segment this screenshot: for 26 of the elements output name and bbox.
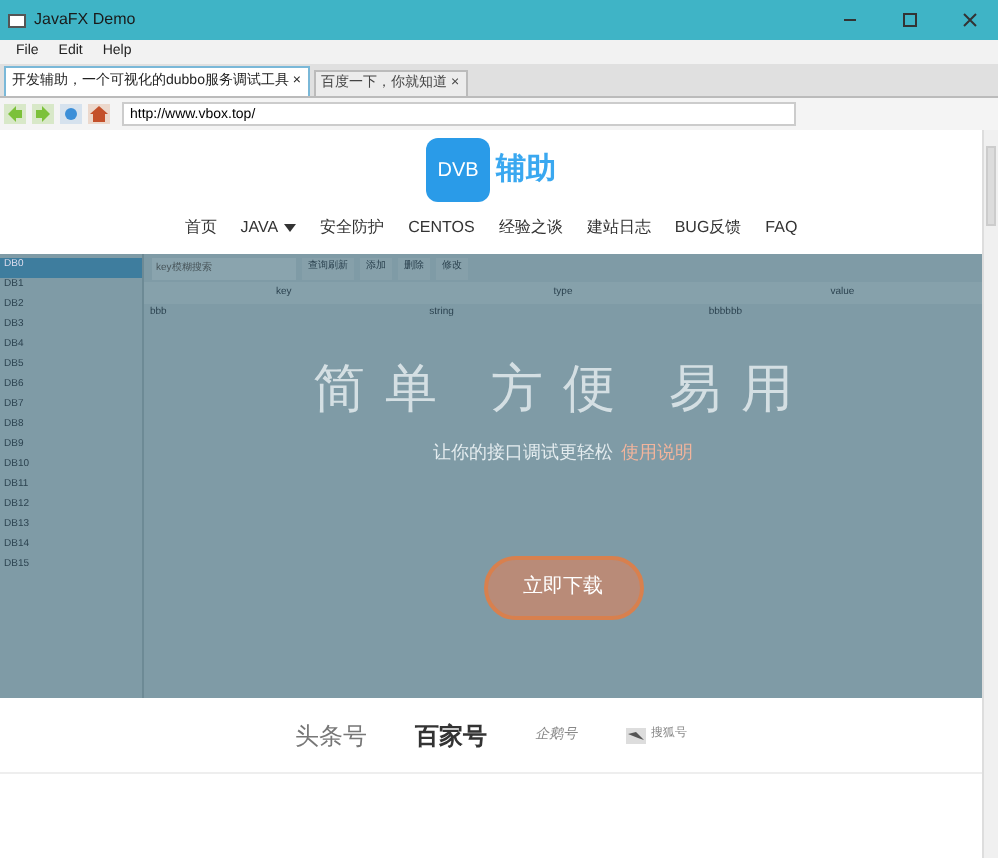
partner-logo: 百家号 <box>415 719 487 753</box>
partner-logo: 头条号 <box>295 719 367 753</box>
nav-link[interactable]: 经验之谈 <box>498 216 563 240</box>
logo-badge: DVB <box>426 138 490 202</box>
hero-title: 简单 方便 易用 <box>312 356 814 422</box>
scrollbar-thumb[interactable] <box>986 146 996 226</box>
nav-link[interactable]: BUG反馈 <box>674 216 742 240</box>
home-icon[interactable] <box>88 104 110 124</box>
logo-text: 辅助 <box>496 149 556 190</box>
maximize-icon[interactable] <box>902 12 918 28</box>
nav-link[interactable]: FAQ <box>765 216 798 240</box>
download-button[interactable]: 立即下载 <box>483 555 643 619</box>
nav-link[interactable]: JAVA <box>240 216 297 240</box>
back-arrow-icon[interactable] <box>4 104 26 124</box>
close-icon[interactable] <box>962 12 978 28</box>
scrollbar[interactable] <box>982 130 998 858</box>
partner-logo-icon <box>625 727 645 743</box>
app-icon <box>8 13 26 27</box>
nav-link[interactable]: 首页 <box>184 216 217 240</box>
hero-subtitle: 让你的接口调试更轻松 <box>433 440 613 466</box>
nav-link[interactable]: CENTOS <box>408 216 475 240</box>
window-title: JavaFX Demo <box>34 8 136 32</box>
nav-link[interactable]: 建站日志 <box>586 216 651 240</box>
nav-link[interactable]: 安全防护 <box>320 216 385 240</box>
refresh-icon[interactable] <box>60 104 82 124</box>
forward-arrow-icon[interactable] <box>32 104 54 124</box>
